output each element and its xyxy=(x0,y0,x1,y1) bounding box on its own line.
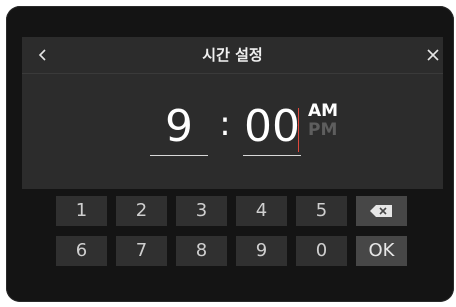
backspace-icon xyxy=(370,205,392,217)
text-cursor xyxy=(298,108,299,152)
numeric-keypad: 1 2 3 4 5 6 7 8 9 0 OK xyxy=(56,196,411,266)
key-6[interactable]: 6 xyxy=(56,236,107,266)
key-0[interactable]: 0 xyxy=(296,236,347,266)
pm-toggle[interactable]: PM xyxy=(308,120,337,140)
time-panel: 시간 설정 9 : 00 AM PM xyxy=(22,37,443,189)
key-7[interactable]: 7 xyxy=(116,236,167,266)
am-toggle[interactable]: AM xyxy=(308,101,338,121)
key-8[interactable]: 8 xyxy=(176,236,227,266)
key-3[interactable]: 3 xyxy=(176,196,227,226)
backspace-button[interactable] xyxy=(356,196,407,226)
dialog-header: 시간 설정 xyxy=(22,37,443,74)
time-separator: : xyxy=(219,104,231,144)
minute-field[interactable]: 00 xyxy=(243,99,301,156)
time-display: 9 : 00 AM PM xyxy=(22,74,443,189)
close-icon xyxy=(427,49,439,61)
key-4[interactable]: 4 xyxy=(236,196,287,226)
close-button[interactable] xyxy=(423,45,443,65)
key-1[interactable]: 1 xyxy=(56,196,107,226)
dialog-title: 시간 설정 xyxy=(202,46,263,64)
key-2[interactable]: 2 xyxy=(116,196,167,226)
key-5[interactable]: 5 xyxy=(296,196,347,226)
ok-button[interactable]: OK xyxy=(356,236,407,266)
key-9[interactable]: 9 xyxy=(236,236,287,266)
hour-field[interactable]: 9 xyxy=(150,99,208,156)
time-setting-dialog: 시간 설정 9 : 00 AM PM 1 2 3 4 5 6 7 8 9 0 O… xyxy=(6,6,454,302)
